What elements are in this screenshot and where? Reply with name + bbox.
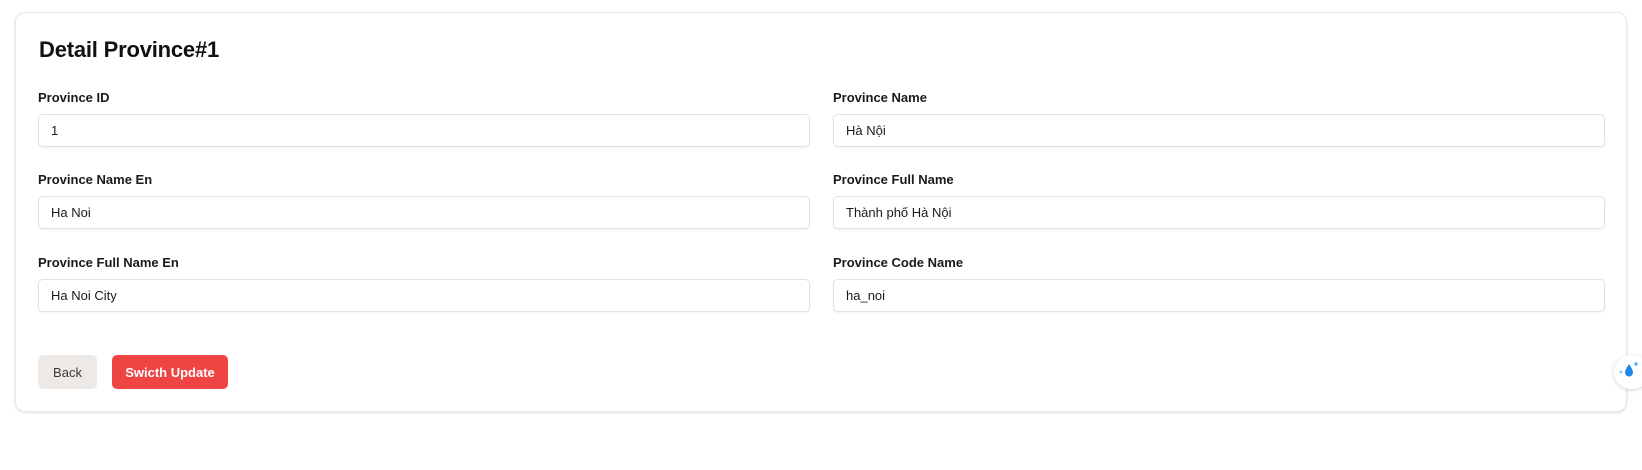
province-full-name-en-input[interactable]: [38, 279, 810, 312]
page-title: Detail Province#1: [39, 37, 220, 62]
province-id-input[interactable]: [38, 114, 810, 147]
province-full-name-input[interactable]: [833, 196, 1605, 229]
province-code-name-input[interactable]: [833, 279, 1605, 312]
province-full-name-en-label: Province Full Name En: [38, 255, 179, 270]
province-name-label: Province Name: [833, 90, 927, 105]
province-code-name-label: Province Code Name: [833, 255, 964, 270]
province-name-en-input[interactable]: [38, 196, 810, 229]
floating-assistant-widget[interactable]: [1614, 355, 1642, 389]
province-id-label: Province ID: [38, 90, 110, 105]
water-drop-sparkle-icon: [1618, 359, 1642, 386]
province-name-en-label: Province Name En: [38, 172, 153, 187]
province-full-name-label: Province Full Name: [833, 172, 954, 187]
back-button[interactable]: Back: [38, 355, 97, 389]
province-detail-card: Detail Province#1 Province ID Province N…: [15, 12, 1627, 412]
switch-update-button[interactable]: Swicth Update: [112, 355, 228, 389]
province-name-input[interactable]: [833, 114, 1605, 147]
